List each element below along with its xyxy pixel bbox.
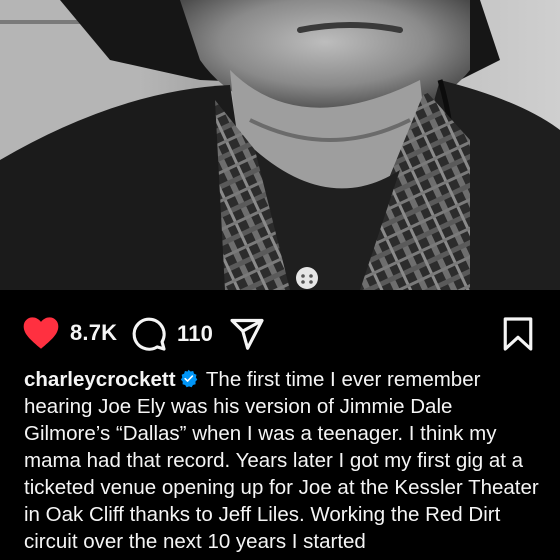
- post-photo[interactable]: [0, 0, 560, 290]
- comment-button[interactable]: 110: [131, 316, 213, 352]
- comment-icon: [132, 317, 166, 351]
- instagram-post: 8.7K 110 charleycrockett The first time …: [0, 0, 560, 560]
- like-count: 8.7K: [70, 320, 118, 345]
- portrait-photo-image: [0, 0, 560, 290]
- comment-count: 110: [177, 321, 214, 346]
- like-button[interactable]: 8.7K: [22, 316, 117, 350]
- post-caption: charleycrockett The first time I ever re…: [24, 366, 544, 555]
- post-action-bar: 8.7K 110: [0, 300, 560, 364]
- author-username[interactable]: charleycrockett: [24, 368, 176, 391]
- bookmark-icon: [503, 317, 533, 351]
- save-button[interactable]: [503, 316, 533, 352]
- heart-icon: [23, 317, 59, 349]
- share-button[interactable]: [229, 316, 265, 352]
- verified-badge-icon: [180, 369, 197, 388]
- share-icon: [230, 318, 264, 350]
- caption-text: The first time I ever remember hearing J…: [24, 368, 539, 553]
